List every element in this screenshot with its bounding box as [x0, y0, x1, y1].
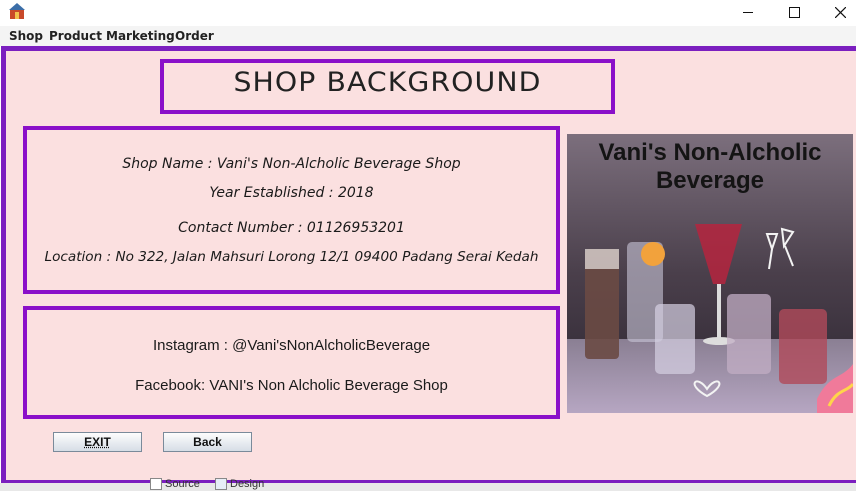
source-icon — [150, 477, 162, 490]
facebook-label: Facebook: VANI's Non Alcholic Beverage S… — [135, 377, 448, 394]
page-title: SHOP BACKGROUND — [233, 67, 542, 98]
tab-source[interactable]: Source — [150, 476, 200, 491]
banner-title: Vani's Non-Alcholic Beverage — [598, 139, 822, 194]
back-button-label: Back — [193, 435, 222, 449]
menu-bar: Shop Product Marketing Order — [0, 26, 856, 46]
heading-box: SHOP BACKGROUND — [160, 59, 615, 114]
tab-design-label: Design — [230, 477, 265, 490]
shop-name-label: Shop Name : Vani's Non-Alcholic Beverage… — [122, 156, 461, 172]
tab-design[interactable]: Design — [215, 476, 264, 491]
menu-shop[interactable]: Shop — [9, 29, 43, 43]
menu-marketing[interactable]: Marketing — [106, 29, 175, 43]
close-button[interactable] — [818, 0, 856, 24]
instagram-label: Instagram : @Vani'sNonAlcholicBeverage — [152, 337, 431, 354]
exit-button[interactable]: EXIT — [53, 432, 142, 452]
design-icon — [215, 477, 227, 490]
exit-button-label: EXIT — [84, 435, 111, 449]
contact-number-label: Contact Number : 01126953201 — [178, 220, 405, 236]
minimize-icon — [743, 11, 753, 13]
menu-product[interactable]: Product — [49, 29, 102, 43]
location-label: Location : No 322, Jalan Mahsuri Lorong … — [44, 249, 539, 265]
close-icon — [834, 6, 846, 18]
year-established-label: Year Established : 2018 — [209, 185, 374, 201]
maximize-button[interactable] — [772, 0, 816, 24]
shop-banner-image: Vani's Non-Alcholic Beverage — [567, 134, 853, 413]
window-titlebar — [0, 0, 856, 26]
back-button[interactable]: Back — [163, 432, 252, 452]
maximize-icon — [788, 6, 800, 18]
shop-info-box: Shop Name : Vani's Non-Alcholic Beverage… — [23, 126, 560, 294]
minimize-button[interactable] — [726, 0, 770, 24]
social-media-box: Instagram : @Vani'sNonAlcholicBeverage F… — [23, 306, 560, 419]
tab-source-label: Source — [165, 477, 200, 490]
ide-bottom-strip — [0, 483, 856, 491]
java-app-icon — [9, 3, 26, 20]
menu-order[interactable]: Order — [175, 29, 214, 43]
